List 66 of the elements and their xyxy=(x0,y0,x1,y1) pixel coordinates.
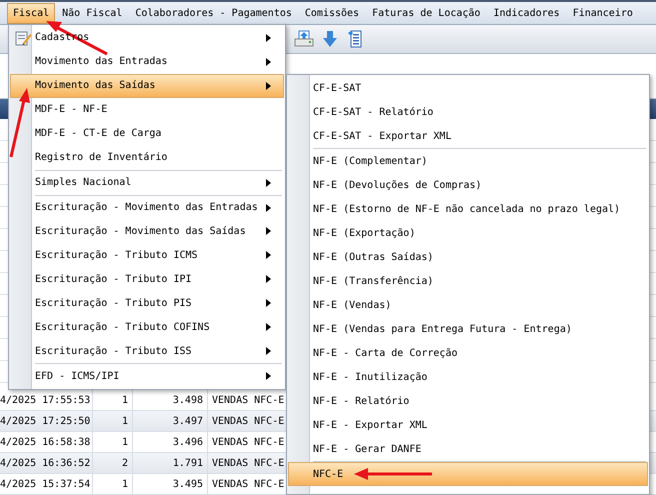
table-cell: 3.496 xyxy=(133,432,208,452)
menu-item[interactable]: Escrituração - Tributo PIS xyxy=(10,291,284,316)
printer-icon[interactable] xyxy=(294,29,314,49)
down-arrow-icon[interactable] xyxy=(320,29,340,49)
menu-item[interactable]: CF-E-SAT - Relatório xyxy=(288,100,648,124)
menu-item[interactable]: Movimento das Saídas xyxy=(10,74,284,98)
table-cell: 4/2025 17:25:50 xyxy=(0,411,93,431)
submenu-arrow-icon xyxy=(266,178,271,187)
menu-bar-item[interactable]: Indicadores xyxy=(487,2,566,24)
menu-bar-item[interactable]: Financeiro xyxy=(566,2,639,24)
menu-item[interactable]: Escrituração - Tributo ICMS xyxy=(10,243,284,268)
menu-bar-item[interactable]: Fiscal xyxy=(7,2,56,24)
menu-item[interactable]: NF-E (Transferência) xyxy=(288,269,648,293)
menu-item[interactable]: NF-E - Gerar DANFE xyxy=(288,437,648,461)
menu-item[interactable]: CF-E-SAT - Exportar XML xyxy=(288,124,648,148)
menu-item[interactable]: CF-E-SAT xyxy=(288,76,648,100)
menu-item[interactable]: NF-E - Carta de Correção xyxy=(288,341,648,365)
submenu-arrow-icon xyxy=(266,323,271,332)
table-cell: 1 xyxy=(93,474,133,494)
menu-item[interactable]: MDF-E - NF-E xyxy=(10,98,284,122)
menu-item[interactable]: NF-E - Inutilização xyxy=(288,365,648,389)
table-cell: 1 xyxy=(93,432,133,452)
submenu-arrow-icon xyxy=(266,275,271,284)
menu-bar-item[interactable]: Não Fiscal xyxy=(56,2,128,24)
table-cell: 2 xyxy=(93,453,133,473)
annotation-arrow xyxy=(10,88,30,158)
menu-item[interactable]: NF-E (Devoluções de Compras) xyxy=(288,173,648,197)
menu-item[interactable]: Simples Nacional xyxy=(10,170,284,195)
menu-item[interactable]: NF-E (Exportação) xyxy=(288,221,648,245)
submenu-arrow-icon xyxy=(266,204,271,212)
submenu-arrow-icon xyxy=(266,58,271,66)
menu-item[interactable]: NF-E - Relatório xyxy=(288,389,648,413)
table-cell: 1.791 xyxy=(133,453,208,473)
submenu-arrow-icon xyxy=(266,251,271,260)
menu-item[interactable]: Escrituração - Tributo ISS xyxy=(10,339,284,364)
menu-bar-item[interactable]: Comissões xyxy=(298,2,366,24)
table-cell: 4/2025 16:58:38 xyxy=(0,432,93,452)
submenu-arrow-icon xyxy=(266,299,271,308)
submenu-arrow-icon xyxy=(266,34,271,42)
menu-item[interactable]: NF-E (Vendas) xyxy=(288,293,648,317)
table-cell: 3.495 xyxy=(133,474,208,494)
menu-item[interactable]: MDF-E - CT-E de Carga xyxy=(10,122,284,146)
table-cell: 1 xyxy=(93,411,133,431)
submenu-arrow-icon xyxy=(266,227,271,236)
menu-item[interactable]: NF-E - Exportar XML xyxy=(288,413,648,437)
submenu-arrow-icon xyxy=(266,347,271,356)
menu-item[interactable]: Escrituração - Tributo IPI xyxy=(10,267,284,292)
menu-item[interactable]: Escrituração - Movimento das Entradas xyxy=(10,196,284,220)
menu-item[interactable]: NF-E (Outras Saídas) xyxy=(288,245,648,269)
menu-bar-item[interactable]: Colaboradores - Pagamentos xyxy=(129,2,298,24)
table-cell: 4/2025 15:37:54 xyxy=(0,474,93,494)
menu-item[interactable]: NF-E (Estorno de NF-E não cancelada no prazo legal) xyxy=(288,197,648,221)
menu-item[interactable]: Movimento das Entradas xyxy=(10,50,284,74)
submenu-arrow-icon xyxy=(266,372,271,380)
edit-document-icon xyxy=(14,28,32,47)
menu-bar-item[interactable]: Faturas de Locação xyxy=(366,2,486,24)
menu-item[interactable]: Registro de Inventário xyxy=(10,146,284,170)
menu-item[interactable]: NF-E (Complementar) xyxy=(288,149,648,173)
table-cell: 4/2025 16:36:52 xyxy=(0,453,93,473)
menu-item[interactable]: Escrituração - Tributo COFINS xyxy=(10,315,284,340)
menu-item[interactable]: NF-E (Vendas para Entrega Futura - Entrega) xyxy=(288,317,648,341)
menu-item[interactable]: Escrituração - Movimento das Saídas xyxy=(10,220,284,244)
submenu-arrow-icon xyxy=(266,82,271,90)
table-cell: 3.497 xyxy=(133,411,208,431)
menu-item[interactable]: EFD - ICMS/IPI xyxy=(10,364,284,388)
menu-item[interactable]: NFC-E xyxy=(288,462,648,486)
